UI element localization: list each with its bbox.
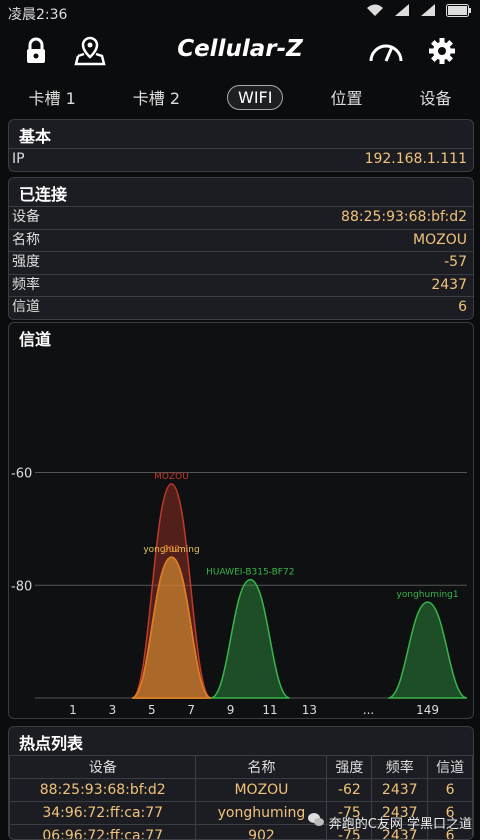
row-value: -57 (444, 252, 467, 274)
col-name: 名称 (196, 756, 327, 779)
cell-device: 88:25:93:68:bf:d2 (10, 779, 196, 802)
tab-location[interactable]: 位置 (320, 83, 372, 111)
wechat-icon (307, 812, 325, 832)
signal-icon (394, 3, 410, 21)
x-tick-label: 5 (148, 703, 156, 717)
col-frequency: 频率 (372, 756, 428, 779)
basic-card: 基本 IP 192.168.1.111 (8, 119, 474, 172)
status-bar: 凌晨2:36 (0, 0, 480, 26)
gear-icon[interactable] (424, 34, 460, 68)
row-value: 6 (458, 297, 467, 319)
series-label: MOZOU (154, 472, 189, 482)
row-label: 信道 (12, 297, 40, 319)
connected-card: 已连接 设备 88:25:93:68:bf:d2 名称 MOZOU 强度 -57 频率… (8, 177, 474, 320)
channel-chart: -60-80135791113...149MOZOUyonghuming902H… (9, 348, 473, 718)
channel-hump (132, 557, 211, 698)
y-tick-label: -80 (11, 579, 32, 594)
connected-row: 频率 2437 (9, 274, 473, 297)
col-channel: 信道 (428, 756, 473, 779)
status-icons (366, 3, 472, 21)
connected-row: 设备 88:25:93:68:bf:d2 (9, 206, 473, 229)
table-row[interactable]: 88:25:93:68:bf:d2 MOZOU -62 2437 6 (10, 779, 473, 802)
tab-sim1[interactable]: 卡槽 1 (18, 83, 85, 111)
hotspot-title: 热点列表 (9, 727, 473, 755)
tab-device[interactable]: 设备 (409, 83, 461, 111)
wifi-icon (366, 3, 384, 21)
row-value: 88:25:93:68:bf:d2 (341, 207, 467, 229)
row-label: 名称 (12, 230, 40, 252)
app-bar: Cellular-Z (0, 26, 480, 76)
x-tick-label: 3 (109, 703, 117, 717)
row-value: 2437 (431, 275, 467, 297)
cell-channel: 6 (428, 779, 473, 802)
series-label: 902 (163, 545, 180, 555)
row-label: 设备 (12, 207, 40, 229)
battery-icon (446, 4, 472, 21)
watermark-text: 奔跑的C友网 学黑口之道 (329, 813, 472, 832)
series-label: HUAWEI-B315-BF72 (206, 568, 294, 578)
signal2-icon (420, 3, 436, 21)
x-tick-label: 9 (227, 703, 235, 717)
x-tick-label: 7 (187, 703, 195, 717)
ip-value: 192.168.1.111 (365, 149, 467, 171)
row-label: 频率 (12, 275, 40, 297)
ip-label: IP (12, 149, 25, 171)
channel-chart-card: 信道 -60-80135791113...149MOZOUyonghuming9… (8, 322, 474, 719)
channel-hump (388, 602, 467, 698)
cell-device: 34:96:72:ff:ca:77 (10, 802, 196, 825)
status-time: 凌晨2:36 (8, 4, 67, 24)
speedometer-icon[interactable] (368, 34, 404, 68)
x-tick-label: ... (363, 703, 374, 717)
x-tick-label: 13 (302, 703, 317, 717)
y-tick-label: -60 (11, 467, 32, 482)
ip-row: IP 192.168.1.111 (9, 148, 473, 171)
tab-bar: 卡槽 1 卡槽 2 WIFI 位置 设备 (0, 80, 480, 114)
connected-title: 已连接 (9, 178, 473, 206)
x-tick-label: 1 (69, 703, 77, 717)
cell-strength: -62 (327, 779, 372, 802)
connected-row: 名称 MOZOU (9, 229, 473, 252)
row-label: 强度 (12, 252, 40, 274)
app-title: Cellular-Z (0, 36, 480, 62)
series-label: yonghuming1 (397, 590, 459, 600)
table-header-row: 设备 名称 强度 频率 信道 (10, 756, 473, 779)
basic-title: 基本 (9, 120, 473, 148)
x-tick-label: 11 (262, 703, 277, 717)
cell-frequency: 2437 (372, 779, 428, 802)
tab-wifi[interactable]: WIFI (227, 85, 283, 110)
connected-row: 强度 -57 (9, 251, 473, 274)
cell-name: MOZOU (196, 779, 327, 802)
tab-sim2[interactable]: 卡槽 2 (123, 83, 190, 111)
x-tick-label: 149 (416, 703, 439, 717)
channel-hump (211, 580, 290, 698)
row-value: MOZOU (413, 230, 467, 252)
col-strength: 强度 (327, 756, 372, 779)
watermark: 奔跑的C友网 学黑口之道 (307, 812, 472, 832)
col-device: 设备 (10, 756, 196, 779)
connected-row: 信道 6 (9, 296, 473, 319)
